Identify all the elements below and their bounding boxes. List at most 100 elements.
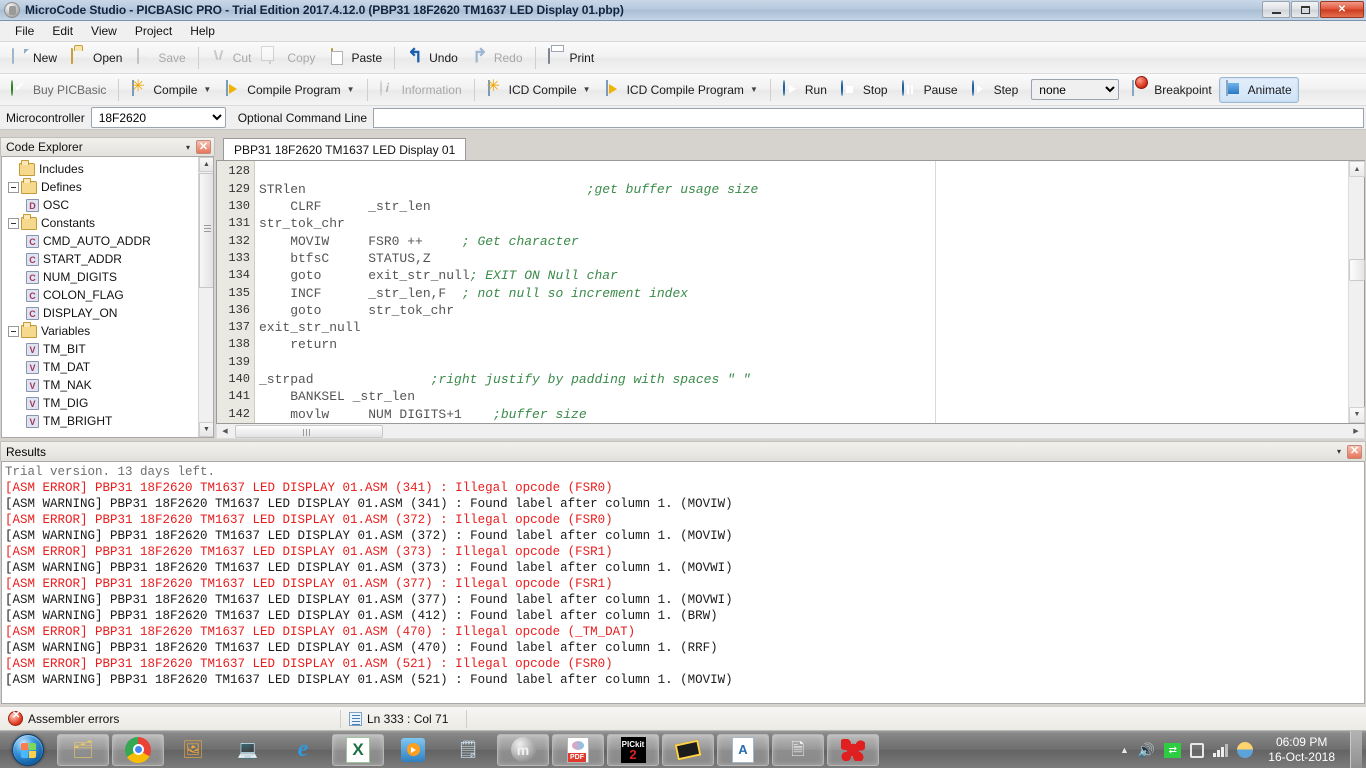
result-line[interactable]: [ASM ERROR] PBP31 18F2620 TM1637 LED DIS… [5, 544, 1364, 560]
copy-button[interactable]: Copy [258, 45, 322, 71]
speaker-icon[interactable]: 🔊 [1138, 743, 1155, 757]
signal-bars-icon[interactable] [1213, 744, 1228, 757]
result-line[interactable]: [ASM WARNING] PBP31 18F2620 TM1637 LED D… [5, 592, 1364, 608]
result-line[interactable]: [ASM WARNING] PBP31 18F2620 TM1637 LED D… [5, 608, 1364, 624]
open-button[interactable]: Open [64, 45, 129, 71]
run-button[interactable]: Run [776, 77, 834, 103]
collapse-toggle-icon[interactable] [8, 326, 19, 337]
chevron-down-icon[interactable]: ▾ [1331, 447, 1347, 456]
tree-item-tm-nak[interactable]: V TM_NAK [4, 376, 213, 394]
tree-item-num-digits[interactable]: C NUM_DIGITS [4, 268, 213, 286]
chevron-down-icon[interactable]: ▼ [347, 85, 355, 94]
scroll-down-arrow-icon[interactable]: ▼ [1349, 407, 1365, 423]
taskbar-item-notepad[interactable]: 🗒 [442, 734, 494, 766]
step-button[interactable]: Step [965, 77, 1026, 103]
editor-tab[interactable]: PBP31 18F2620 TM1637 LED Display 01 [223, 138, 466, 160]
result-line[interactable]: [ASM WARNING] PBP31 18F2620 TM1637 LED D… [5, 496, 1364, 512]
chevron-down-icon[interactable]: ▾ [180, 143, 196, 152]
chevron-down-icon[interactable]: ▼ [750, 85, 758, 94]
tree-item-osc[interactable]: D OSC [4, 196, 213, 214]
result-line[interactable]: Trial version. 13 days left. [5, 464, 1364, 480]
maximize-button[interactable] [1291, 1, 1319, 18]
code-line[interactable]: str_tok_chr [255, 215, 1348, 232]
code-line[interactable]: CLRF _str_len [255, 198, 1348, 215]
taskbar-item-file-manager[interactable]: 🗎 [772, 734, 824, 766]
result-line[interactable]: [ASM ERROR] PBP31 18F2620 TM1637 LED DIS… [5, 624, 1364, 640]
start-button[interactable] [2, 732, 54, 768]
chevron-down-icon[interactable]: ▼ [583, 85, 591, 94]
taskbar-item-pdf-reader[interactable]: PDF [552, 734, 604, 766]
animate-button[interactable]: Animate [1219, 77, 1299, 103]
results-output[interactable]: Trial version. 13 days left.[ASM ERROR] … [1, 461, 1365, 704]
breakpoint-button[interactable]: Breakpoint [1125, 77, 1218, 103]
compile-button[interactable]: Compile ▼ [124, 77, 218, 103]
close-icon[interactable]: ✕ [196, 140, 211, 154]
taskbar-item-paint-app[interactable] [827, 734, 879, 766]
code-line[interactable]: movlw NUM DIGITS+1 ;buffer size [255, 406, 1348, 423]
menu-help[interactable]: Help [181, 22, 224, 40]
show-desktop-button[interactable] [1350, 731, 1362, 768]
code-explorer-tree[interactable]: Includes Defines D OSC Constants [1, 156, 214, 438]
result-line[interactable]: [ASM WARNING] PBP31 18F2620 TM1637 LED D… [5, 528, 1364, 544]
result-line[interactable]: [ASM ERROR] PBP31 18F2620 TM1637 LED DIS… [5, 512, 1364, 528]
taskbar-item-pic-programmer[interactable] [662, 734, 714, 766]
tree-item-variables[interactable]: Variables [4, 322, 213, 340]
menu-view[interactable]: View [82, 22, 126, 40]
tree-item-tm-bit[interactable]: V TM_BIT [4, 340, 213, 358]
tree-item-cmd-auto-addr[interactable]: C CMD_AUTO_ADDR [4, 232, 213, 250]
code-line[interactable]: _strpad ;right justify by padding with s… [255, 371, 1348, 388]
tree-item-includes[interactable]: Includes [4, 160, 213, 178]
icd-compile-program-button[interactable]: ICD Compile Program ▼ [598, 77, 765, 103]
scrollbar-thumb[interactable] [199, 173, 214, 288]
taskbar-item-pickit2[interactable]: PICkit 2 [607, 734, 659, 766]
step-mode-select[interactable]: none [1031, 79, 1119, 100]
code-line[interactable]: BANKSEL _str_len [255, 388, 1348, 405]
menu-edit[interactable]: Edit [43, 22, 82, 40]
chevron-down-icon[interactable]: ▼ [203, 85, 211, 94]
tree-item-tm-dig[interactable]: V TM_DIG [4, 394, 213, 412]
code-line[interactable]: goto exit_str_null; EXIT ON Null char [255, 267, 1348, 284]
menu-file[interactable]: File [6, 22, 43, 40]
result-line[interactable]: [ASM ERROR] PBP31 18F2620 TM1637 LED DIS… [5, 576, 1364, 592]
network-icon[interactable]: ⇄ [1164, 743, 1181, 758]
code-line[interactable]: goto str_tok_chr [255, 302, 1348, 319]
result-line[interactable]: [ASM WARNING] PBP31 18F2620 TM1637 LED D… [5, 560, 1364, 576]
compile-program-button[interactable]: Compile Program ▼ [218, 77, 361, 103]
scroll-up-arrow-icon[interactable]: ▲ [1349, 161, 1365, 177]
scroll-right-arrow-icon[interactable]: ▶ [1348, 424, 1364, 438]
editor-horizontal-scrollbar[interactable]: ◀ ▶ [216, 424, 1365, 439]
microcontroller-select[interactable]: 18F2620 [91, 107, 226, 128]
new-button[interactable]: New [4, 45, 64, 71]
result-line[interactable]: [ASM WARNING] PBP31 18F2620 TM1637 LED D… [5, 672, 1364, 688]
menu-project[interactable]: Project [126, 22, 181, 40]
result-line[interactable]: [ASM WARNING] PBP31 18F2620 TM1637 LED D… [5, 640, 1364, 656]
scroll-left-arrow-icon[interactable]: ◀ [217, 424, 233, 438]
taskbar-item-photo-gallery[interactable]: 🖼 [167, 734, 219, 766]
result-line[interactable]: [ASM ERROR] PBP31 18F2620 TM1637 LED DIS… [5, 480, 1364, 496]
taskbar-item-mikroe-app[interactable]: m [497, 734, 549, 766]
taskbar-clock[interactable]: 06:09 PM 16-Oct-2018 [1262, 735, 1341, 765]
code-editor[interactable]: 1281291301311321331341351361371381391401… [216, 160, 1365, 423]
taskbar-item-wordpad[interactable]: A [717, 734, 769, 766]
close-icon[interactable]: ✕ [1347, 445, 1362, 459]
tree-item-start-addr[interactable]: C START_ADDR [4, 250, 213, 268]
save-button[interactable]: Save [129, 45, 192, 71]
scrollbar-thumb[interactable] [1349, 259, 1365, 281]
taskbar-item-microsoft-excel[interactable]: X [332, 734, 384, 766]
tree-vertical-scrollbar[interactable]: ▲ ▼ [198, 157, 213, 437]
code-line[interactable]: MOVIW FSR0 ++ ; Get character [255, 233, 1348, 250]
minimize-button[interactable] [1262, 1, 1290, 18]
icd-compile-button[interactable]: ICD Compile ▼ [480, 77, 598, 103]
code-line[interactable]: btfsC STATUS,Z [255, 250, 1348, 267]
tree-item-tm-dat[interactable]: V TM_DAT [4, 358, 213, 376]
paste-button[interactable]: Paste [322, 45, 389, 71]
collapse-toggle-icon[interactable] [8, 218, 19, 229]
sun-icon[interactable] [1237, 742, 1253, 758]
taskbar-item-internet-explorer[interactable]: e [277, 734, 329, 766]
taskbar-item-device-manager[interactable]: 💻 [222, 734, 274, 766]
cut-button[interactable]: Cut [204, 45, 259, 71]
tree-item-defines[interactable]: Defines [4, 178, 213, 196]
taskbar-item-windows-explorer[interactable]: 🗂 [57, 734, 109, 766]
collapse-toggle-icon[interactable] [8, 182, 19, 193]
result-line[interactable]: [ASM ERROR] PBP31 18F2620 TM1637 LED DIS… [5, 656, 1364, 672]
